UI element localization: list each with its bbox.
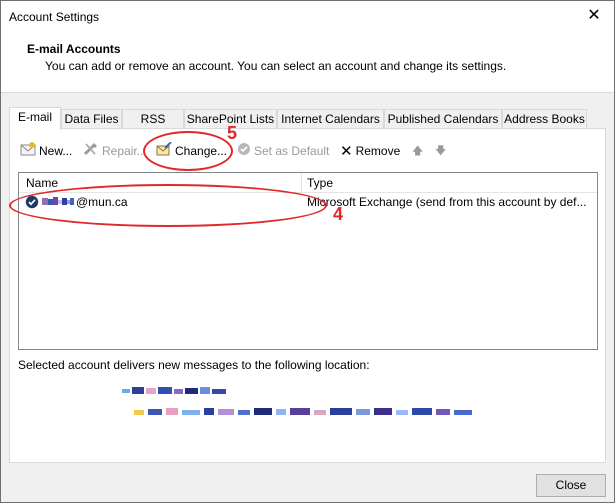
new-label: New... bbox=[39, 144, 73, 158]
column-divider[interactable] bbox=[301, 173, 302, 193]
annotation-number-5: 5 bbox=[227, 123, 238, 143]
repair-button[interactable]: Repair... bbox=[83, 142, 147, 160]
redacted-folder-image bbox=[134, 406, 479, 420]
account-row[interactable]: @mun.ca Microsoft Exchange (send from th… bbox=[19, 193, 597, 211]
tools-icon bbox=[83, 142, 99, 161]
header-description: You can add or remove an account. You ca… bbox=[45, 59, 507, 73]
header-section: E-mail Accounts You can add or remove an… bbox=[1, 33, 614, 93]
repair-label: Repair... bbox=[102, 144, 147, 158]
change-button[interactable]: Change... bbox=[156, 141, 228, 161]
set-as-default-button[interactable]: Set as Default bbox=[237, 142, 329, 160]
default-check-icon bbox=[237, 142, 251, 161]
tab-address-books[interactable]: Address Books bbox=[502, 109, 587, 129]
redacted-mailbox-image bbox=[122, 385, 232, 399]
tab-rss-feeds[interactable]: RSS Feeds bbox=[122, 109, 184, 144]
remove-x-icon: ✕ bbox=[340, 142, 353, 160]
redacted-username-image bbox=[42, 196, 74, 210]
window-close-icon[interactable]: ✕ bbox=[584, 6, 604, 26]
account-name: @mun.ca bbox=[76, 195, 128, 209]
remove-button[interactable]: ✕ Remove bbox=[340, 142, 400, 160]
column-header-type[interactable]: Type bbox=[307, 176, 333, 190]
default-account-check-icon bbox=[25, 195, 39, 212]
window-title: Account Settings bbox=[9, 10, 100, 24]
set-as-default-label: Set as Default bbox=[254, 144, 330, 158]
account-type: Microsoft Exchange (send from this accou… bbox=[307, 195, 587, 209]
close-button[interactable]: Close bbox=[536, 474, 606, 497]
column-header-name[interactable]: Name bbox=[26, 176, 58, 190]
delivery-location-label: Selected account delivers new messages t… bbox=[18, 358, 370, 372]
title-bar: Account Settings ✕ bbox=[1, 1, 614, 33]
header-title: E-mail Accounts bbox=[27, 42, 121, 56]
tab-data-files[interactable]: Data Files bbox=[61, 109, 122, 129]
change-label: Change... bbox=[175, 144, 228, 158]
move-down-icon[interactable]: 🡇 bbox=[435, 142, 446, 160]
change-account-icon bbox=[156, 141, 172, 161]
list-header: Name Type bbox=[19, 173, 597, 193]
accounts-listbox[interactable]: Name Type @mun.ca Microsoft Exchange (se… bbox=[18, 172, 598, 350]
tab-published-calendars[interactable]: Published Calendars bbox=[384, 109, 502, 129]
email-tab-panel: New... Repair... Change... Set as Defaul… bbox=[9, 128, 606, 463]
new-account-button[interactable]: New... bbox=[20, 142, 72, 160]
move-up-icon[interactable]: 🡅 bbox=[412, 142, 423, 160]
new-mail-icon bbox=[20, 142, 36, 161]
tab-internet-calendars[interactable]: Internet Calendars bbox=[277, 109, 384, 129]
annotation-number-4: 4 bbox=[333, 204, 344, 224]
tab-email[interactable]: E-mail bbox=[9, 107, 61, 130]
account-settings-window: Account Settings ✕ E-mail Accounts You c… bbox=[0, 0, 615, 503]
remove-label: Remove bbox=[355, 144, 401, 158]
